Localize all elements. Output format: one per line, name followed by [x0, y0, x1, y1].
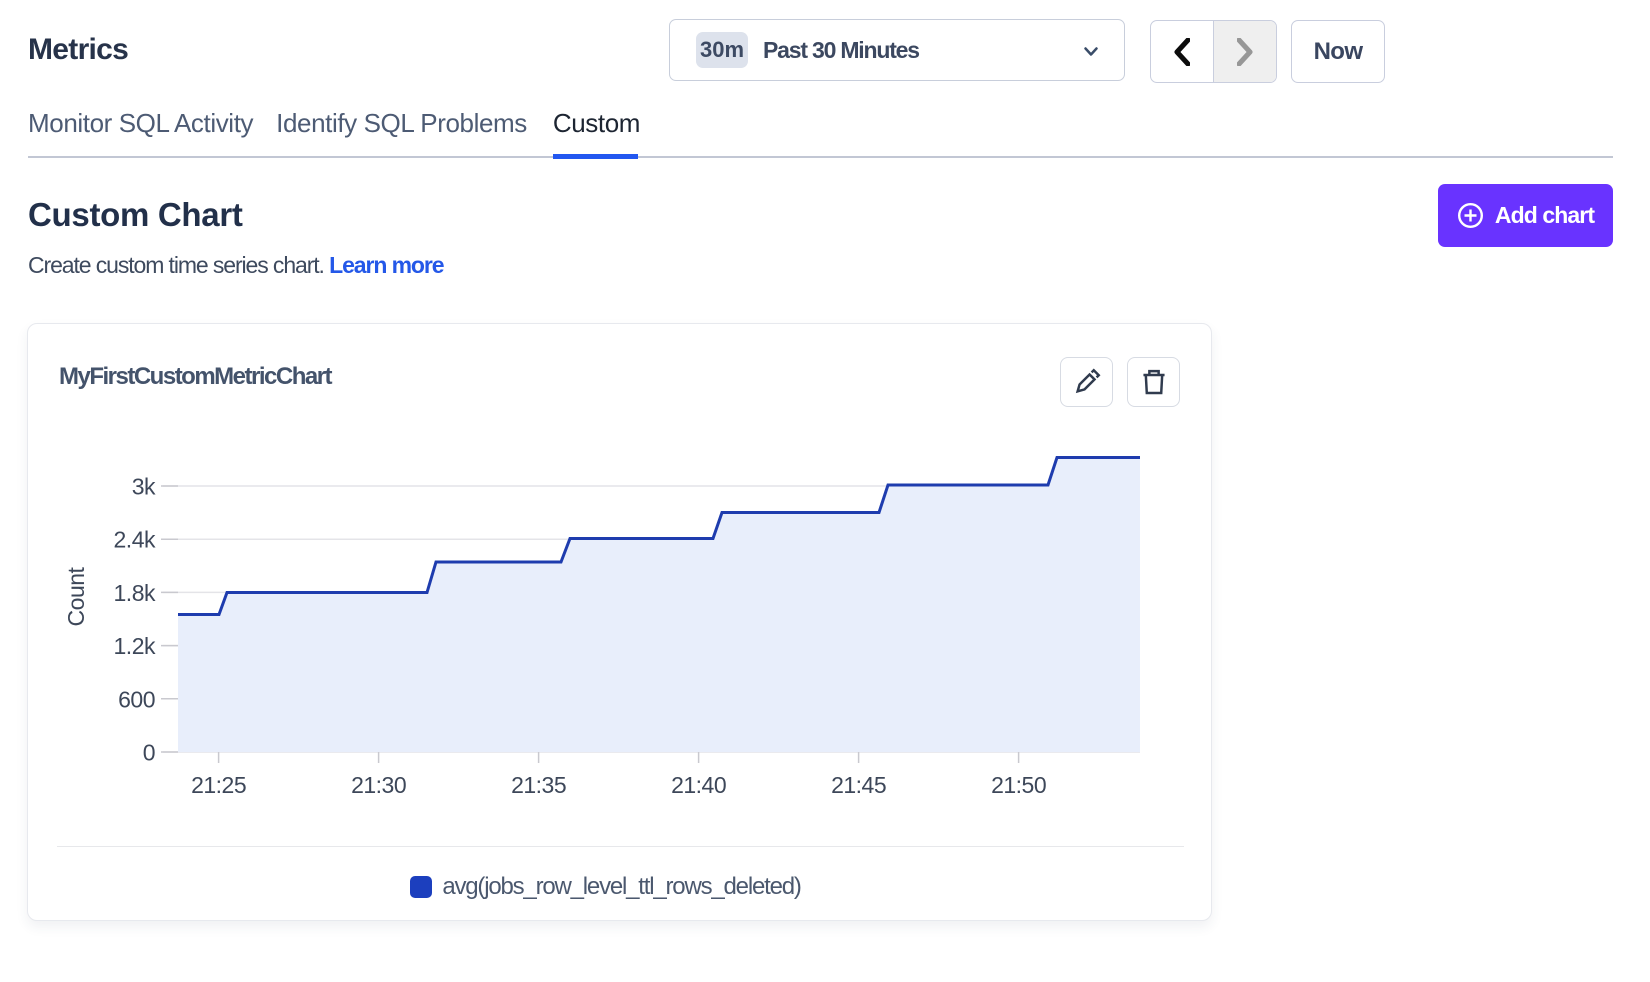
- svg-text:0: 0: [143, 740, 155, 766]
- svg-text:21:30: 21:30: [351, 772, 406, 798]
- svg-text:21:40: 21:40: [671, 772, 726, 798]
- svg-text:21:25: 21:25: [191, 772, 246, 798]
- svg-text:1.2k: 1.2k: [114, 633, 156, 659]
- svg-text:3k: 3k: [132, 474, 156, 500]
- svg-text:21:45: 21:45: [831, 772, 886, 798]
- svg-text:21:50: 21:50: [991, 772, 1046, 798]
- svg-text:Count: Count: [63, 566, 89, 626]
- svg-text:600: 600: [118, 686, 155, 712]
- svg-text:2.4k: 2.4k: [114, 527, 156, 553]
- svg-text:1.8k: 1.8k: [114, 580, 156, 606]
- svg-text:21:35: 21:35: [511, 772, 566, 798]
